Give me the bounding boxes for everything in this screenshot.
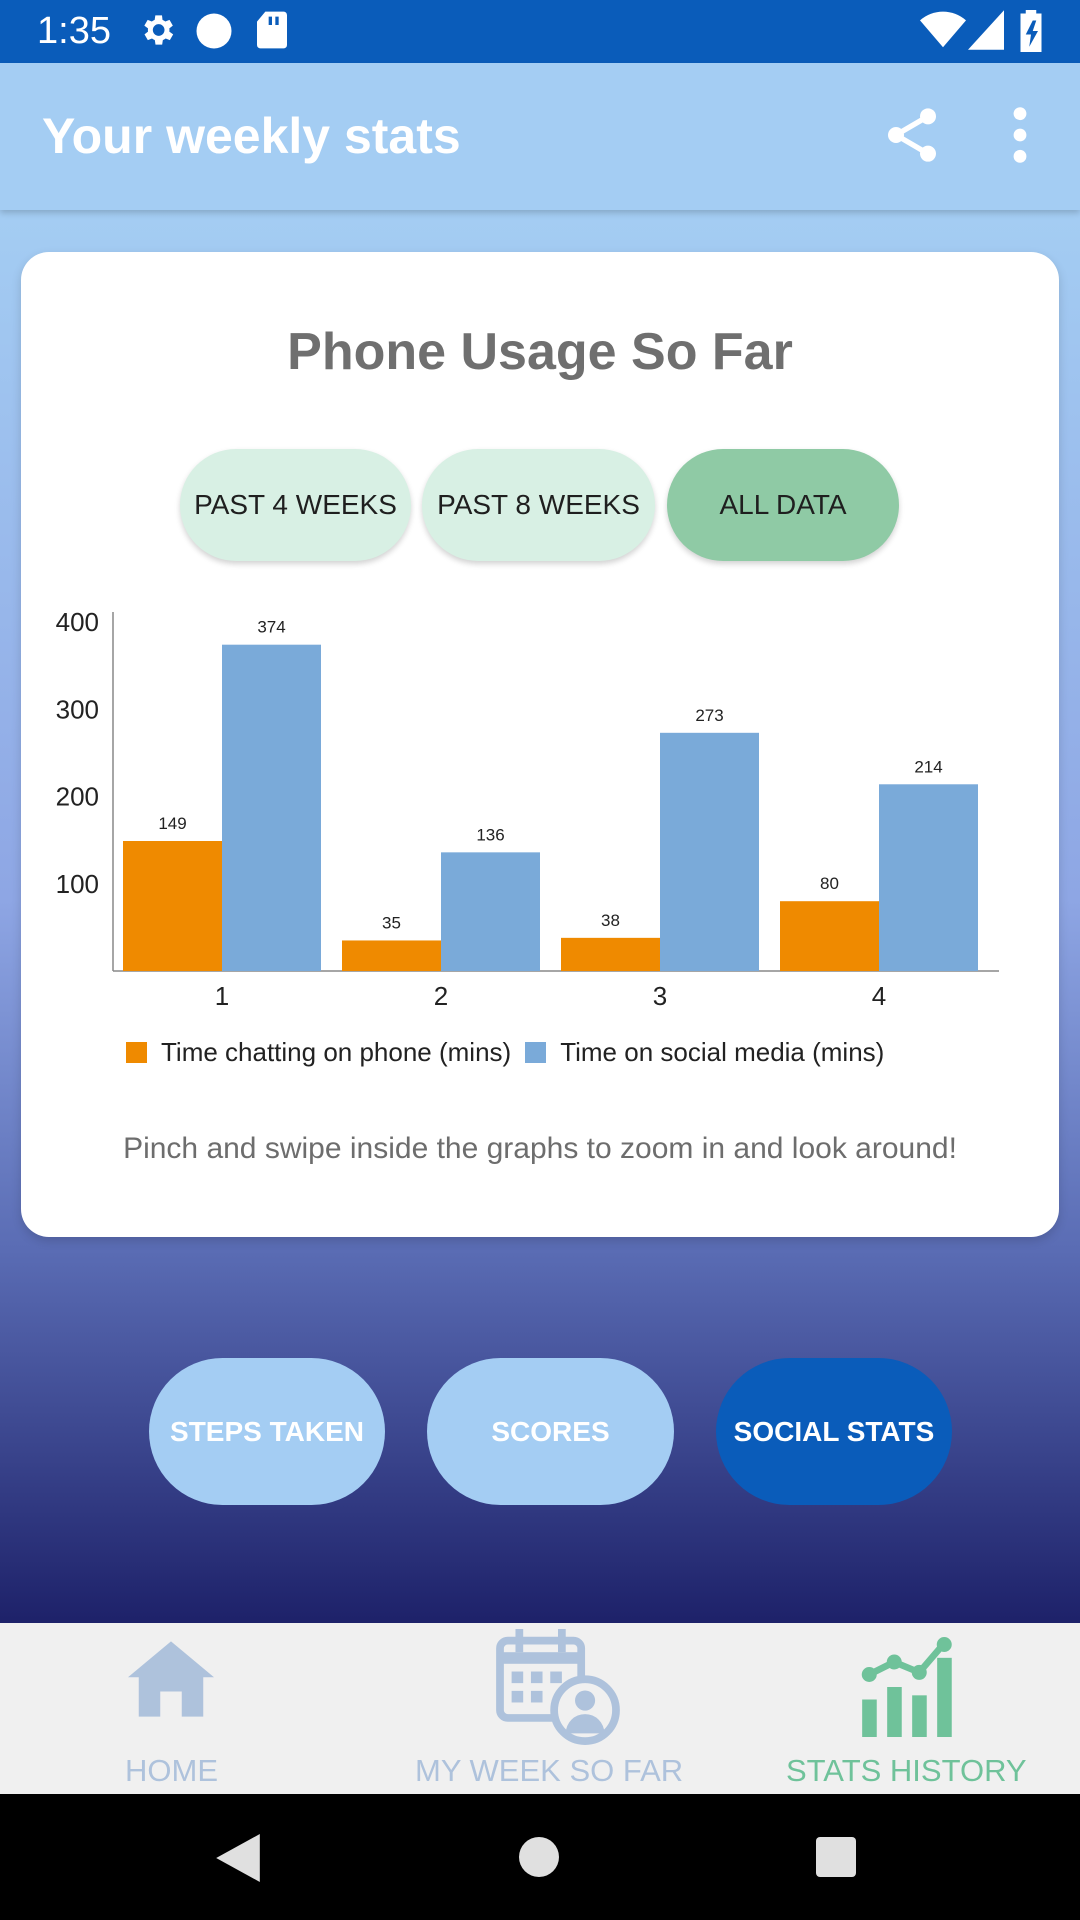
gear-icon <box>144 15 174 45</box>
past-8-weeks-button[interactable]: PAST 8 WEEKS <box>422 449 655 561</box>
phone-usage-chart[interactable]: 100 200 300 400 149 374 1 35 136 2 38 273 3 80 214 4 <box>21 592 1059 1032</box>
x-tick-label: 4 <box>872 981 886 1011</box>
nav-item-home[interactable]: HOME <box>90 1623 250 1794</box>
battery-icon <box>1020 10 1042 52</box>
y-tick-label: 300 <box>56 694 99 724</box>
bar-chatting <box>780 901 879 971</box>
steps-taken-button[interactable]: STEPS TAKEN <box>149 1358 385 1505</box>
nav-label-home: HOME <box>125 1753 218 1788</box>
x-tick-label: 1 <box>215 981 229 1011</box>
bottom-nav: HOME MY WEEK SO FAR STATS HISTORY <box>0 1623 1080 1794</box>
legend-item-chatting: Time chatting on phone (mins) <box>126 1037 511 1068</box>
bar-chatting <box>123 840 222 971</box>
card-title: Phone Usage So Far <box>287 323 793 381</box>
bar-value-label: 38 <box>601 911 620 930</box>
legend-swatch-social <box>525 1041 547 1063</box>
page-title: Your weekly stats <box>42 108 461 164</box>
y-tick-label: 100 <box>56 869 99 899</box>
scores-button[interactable]: SCORES <box>427 1358 674 1505</box>
bar-social <box>879 784 978 971</box>
calendar-user-icon <box>496 1629 620 1745</box>
overflow-menu-icon[interactable] <box>996 103 1044 167</box>
bar-value-label: 214 <box>914 757 942 776</box>
system-nav-bar <box>0 1794 1080 1920</box>
y-tick-label: 200 <box>56 782 99 812</box>
y-tick-label: 400 <box>56 607 99 637</box>
status-bar: 1:35 <box>0 0 1080 63</box>
circle-icon <box>196 13 232 49</box>
bar-value-label: 374 <box>257 618 285 637</box>
signal-icon <box>968 10 1004 50</box>
all-data-button[interactable]: ALL DATA <box>667 449 899 561</box>
x-tick-label: 2 <box>434 981 448 1011</box>
zoom-hint-text: Pinch and swipe inside the graphs to zoo… <box>123 1132 957 1165</box>
status-time: 1:35 <box>37 10 111 52</box>
legend-item-social: Time on social media (mins) <box>525 1037 884 1068</box>
bar-social <box>441 852 540 971</box>
nav-label-stats-history: STATS HISTORY <box>786 1753 1027 1788</box>
sd-card-icon <box>257 11 287 49</box>
back-icon[interactable] <box>216 1834 260 1882</box>
recents-icon[interactable] <box>816 1837 856 1877</box>
nav-label-my-week: MY WEEK SO FAR <box>415 1753 684 1788</box>
social-stats-button[interactable]: SOCIAL STATS <box>716 1358 952 1505</box>
bar-chatting <box>342 940 441 971</box>
legend-label-social: Time on social media (mins) <box>560 1036 885 1067</box>
bar-value-label: 149 <box>158 814 186 833</box>
bar-social <box>660 732 759 971</box>
phone-usage-card: Phone Usage So Far PAST 4 WEEKS PAST 8 W… <box>21 252 1059 1237</box>
nav-item-my-week[interactable]: MY WEEK SO FAR <box>410 1623 683 1794</box>
home-icon <box>128 1641 214 1717</box>
bar-value-label: 80 <box>820 874 839 893</box>
x-tick-label: 3 <box>653 981 667 1011</box>
chart-legend: Time chatting on phone (mins) Time on so… <box>126 1032 898 1072</box>
bar-social <box>222 644 321 971</box>
legend-label-chatting: Time chatting on phone (mins) <box>161 1036 512 1067</box>
legend-swatch-chatting <box>126 1041 147 1063</box>
nav-item-stats-history[interactable]: STATS HISTORY <box>780 1623 1040 1794</box>
bar-value-label: 273 <box>695 706 723 725</box>
app-bar: Your weekly stats <box>0 63 1080 210</box>
bar-value-label: 35 <box>382 913 401 932</box>
home-circle-icon[interactable] <box>519 1837 559 1877</box>
bar-value-label: 136 <box>476 825 504 844</box>
stats-chart-icon <box>861 1637 952 1737</box>
bar-chatting <box>561 937 660 971</box>
past-4-weeks-button[interactable]: PAST 4 WEEKS <box>180 449 411 561</box>
wifi-icon <box>920 11 966 48</box>
share-icon[interactable] <box>880 103 944 167</box>
